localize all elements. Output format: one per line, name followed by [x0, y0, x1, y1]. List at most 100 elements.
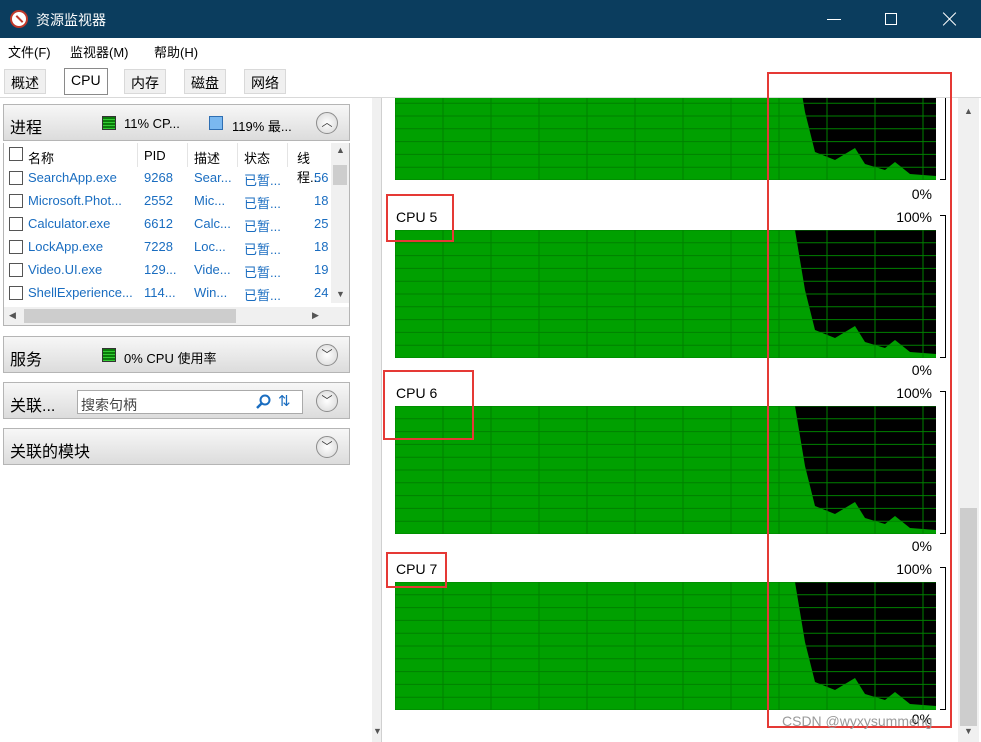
process-pid: 114...	[144, 285, 176, 300]
table-row[interactable]: SearchApp.exe 9268 Sear... 已暂... 56	[4, 167, 331, 190]
window-title: 资源监视器	[36, 12, 106, 28]
graphs-scroll-thumb[interactable]	[960, 508, 977, 726]
scroll-down-icon[interactable]: ▼	[373, 726, 382, 736]
row-checkbox[interactable]	[9, 194, 23, 208]
process-pid: 7228	[144, 239, 173, 254]
processes-horizontal-scrollbar[interactable]: ◀ ▶	[4, 307, 349, 325]
process-threads: 25	[314, 216, 329, 231]
highlight-box-cpu5	[386, 194, 454, 242]
process-name: ShellExperience...	[28, 285, 133, 300]
handles-header[interactable]: 关联... 搜索句柄 ⇅ ﹀	[3, 382, 350, 419]
table-row[interactable]: ShellExperience... 114... Win... 已暂... 24	[4, 282, 331, 305]
maximize-icon	[885, 13, 897, 25]
cpu-legend-icon	[102, 348, 116, 362]
chevron-up-icon: ︿	[321, 117, 333, 129]
scroll-up-icon[interactable]: ▲	[336, 145, 345, 155]
process-status: 已暂...	[244, 288, 281, 303]
process-pid: 9268	[144, 170, 173, 185]
row-checkbox[interactable]	[9, 240, 23, 254]
menu-monitor[interactable]: 监视器(M)	[70, 42, 129, 61]
process-threads: 18	[314, 239, 329, 254]
column-header-name[interactable]: 名称	[4, 143, 138, 167]
menu-file[interactable]: 文件(F)	[8, 42, 51, 61]
process-description: Sear...	[194, 170, 232, 185]
processes-vertical-scrollbar[interactable]: ▲ ▼	[331, 143, 349, 303]
process-pid: 2552	[144, 193, 173, 208]
modules-title: 关联的模块	[10, 444, 91, 461]
pane-splitter[interactable]	[360, 98, 372, 742]
process-name: LockApp.exe	[28, 239, 104, 254]
chevron-down-icon: ﹀	[321, 395, 333, 407]
scroll-right-icon[interactable]: ▶	[312, 310, 319, 321]
chevron-down-icon: ﹀	[321, 441, 333, 453]
scroll-thumb[interactable]	[333, 165, 347, 185]
process-status: 已暂...	[244, 219, 281, 234]
handle-search-placeholder: 搜索句柄	[81, 397, 137, 413]
row-checkbox[interactable]	[9, 263, 23, 277]
horizontal-scroll-thumb[interactable]	[24, 309, 236, 323]
expand-handles-button[interactable]: ﹀	[316, 390, 338, 412]
expand-services-button[interactable]: ﹀	[316, 344, 338, 366]
row-checkbox[interactable]	[9, 171, 23, 185]
process-status: 已暂...	[244, 196, 281, 211]
minimize-button[interactable]	[805, 0, 863, 38]
scroll-up-icon[interactable]: ▲	[964, 106, 973, 116]
column-header-threads[interactable]: 线程...	[288, 143, 331, 185]
tab-cpu[interactable]: CPU	[64, 68, 108, 95]
tab-disk[interactable]: 磁盘	[184, 69, 226, 94]
close-button[interactable]	[921, 0, 979, 38]
resource-monitor-icon	[10, 10, 28, 28]
menu-help[interactable]: 帮助(H)	[154, 42, 198, 61]
refresh-icon[interactable]: ⇅	[278, 394, 300, 410]
left-pane-scrollbar[interactable]: ▼	[372, 98, 382, 742]
graphs-vertical-scrollbar[interactable]: ▲ ▼	[958, 98, 979, 742]
services-header[interactable]: 服务 0% CPU 使用率 ﹀	[3, 336, 350, 373]
select-all-checkbox[interactable]	[9, 147, 23, 161]
scroll-left-icon[interactable]: ◀	[9, 310, 16, 321]
process-status: 已暂...	[244, 173, 281, 188]
handle-search-input[interactable]: 搜索句柄 ⇅	[77, 390, 303, 414]
tab-overview[interactable]: 概述	[4, 69, 46, 94]
maximize-button[interactable]	[863, 0, 921, 38]
process-name: Microsoft.Phot...	[28, 193, 122, 208]
title-bar: 资源监视器	[0, 0, 981, 38]
modules-header[interactable]: 关联的模块 ﹀	[3, 428, 350, 465]
processes-max-legend: 119% 最...	[232, 119, 292, 134]
processes-cpu-legend: 11% CP...	[124, 116, 180, 131]
process-name: Video.UI.exe	[28, 262, 103, 277]
expand-modules-button[interactable]: ﹀	[316, 436, 338, 458]
close-icon	[942, 11, 958, 27]
menu-bar: 文件(F) 监视器(M) 帮助(H)	[0, 38, 981, 64]
processes-header[interactable]: 进程 11% CP... 119% 最... ︿	[3, 104, 350, 141]
process-description: Loc...	[194, 239, 226, 254]
tab-memory[interactable]: 内存	[124, 69, 166, 94]
scroll-down-icon[interactable]: ▼	[336, 289, 345, 299]
left-pane: 进程 11% CP... 119% 最... ︿ 名称 PID 描述 状态 线程…	[0, 98, 360, 742]
column-header-description[interactable]: 描述	[188, 143, 238, 167]
column-header-pid[interactable]: PID	[138, 143, 188, 167]
process-threads: 18	[314, 193, 329, 208]
watermark-text: CSDN @wyxysummeng	[782, 713, 933, 729]
row-checkbox[interactable]	[9, 217, 23, 231]
table-row[interactable]: Calculator.exe 6612 Calc... 已暂... 25	[4, 213, 331, 236]
search-icon[interactable]	[255, 394, 271, 410]
tab-network[interactable]: 网络	[244, 69, 286, 94]
minimize-icon	[827, 19, 841, 20]
process-threads: 24	[314, 285, 329, 300]
process-name: SearchApp.exe	[28, 170, 117, 185]
table-row[interactable]: Video.UI.exe 129... Vide... 已暂... 19	[4, 259, 331, 282]
highlight-box-idle-region	[767, 72, 952, 728]
process-pid: 129...	[144, 262, 177, 277]
table-row[interactable]: LockApp.exe 7228 Loc... 已暂... 18	[4, 236, 331, 259]
chevron-down-icon: ﹀	[321, 349, 333, 361]
scroll-down-icon[interactable]: ▼	[964, 726, 973, 736]
process-status: 已暂...	[244, 242, 281, 257]
highlight-box-cpu6	[383, 370, 474, 440]
handles-title: 关联...	[10, 398, 56, 415]
process-description: Calc...	[194, 216, 231, 231]
row-checkbox[interactable]	[9, 286, 23, 300]
column-header-status[interactable]: 状态	[238, 143, 288, 167]
table-row[interactable]: Microsoft.Phot... 2552 Mic... 已暂... 18	[4, 190, 331, 213]
collapse-processes-button[interactable]: ︿	[316, 112, 338, 134]
services-title: 服务	[10, 352, 43, 369]
